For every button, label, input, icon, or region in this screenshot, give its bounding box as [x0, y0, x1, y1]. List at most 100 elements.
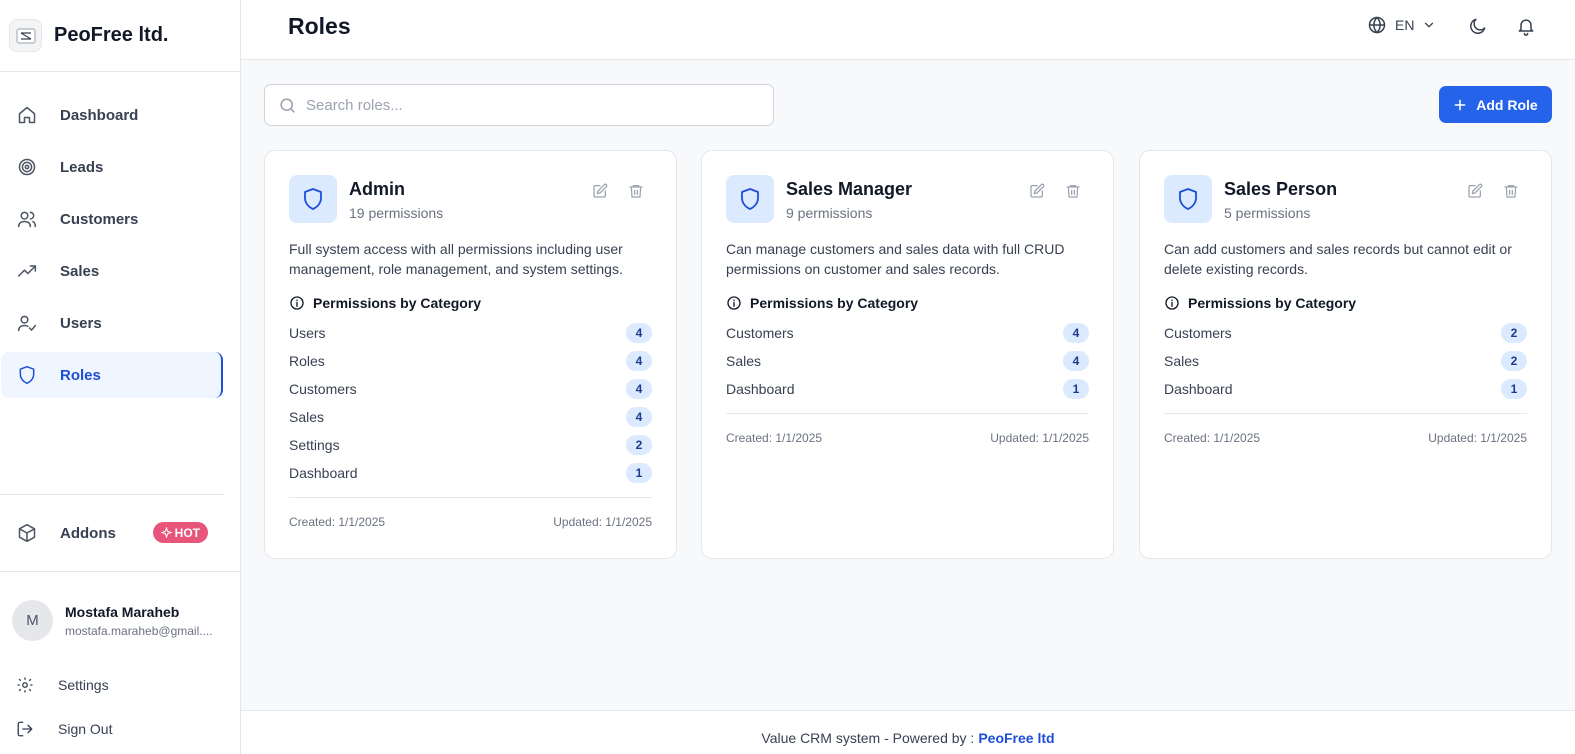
- count-badge: 1: [1501, 379, 1527, 399]
- settings-label: Settings: [58, 677, 109, 693]
- trash-icon[interactable]: [628, 183, 644, 204]
- sidebar-item-label: Sales: [60, 262, 100, 280]
- sign-out-icon: [16, 720, 34, 738]
- created-date: Created: 1/1/2025: [1164, 431, 1261, 445]
- sidebar-item-label: Users: [60, 314, 102, 332]
- category-row: Dashboard 1: [289, 459, 652, 487]
- category-row: Customers 2: [1164, 319, 1527, 347]
- bell-icon: [1518, 19, 1534, 36]
- sidebar-item-sales[interactable]: Sales: [1, 248, 223, 294]
- sidebar-item-addons[interactable]: Addons HOT: [1, 511, 224, 555]
- category-row: Sales 2: [1164, 347, 1527, 375]
- permissions-heading: Permissions by Category: [726, 295, 1089, 311]
- search-icon: [278, 96, 297, 115]
- hot-badge: HOT: [152, 522, 208, 543]
- edit-icon[interactable]: [1467, 183, 1483, 204]
- category-name: Dashboard: [726, 381, 795, 397]
- theme-toggle[interactable]: [1467, 15, 1489, 37]
- count-badge: 2: [1501, 351, 1527, 371]
- category-row: Sales 4: [726, 347, 1089, 375]
- category-row: Customers 4: [726, 319, 1089, 347]
- shield-icon: [726, 175, 774, 223]
- avatar: M: [12, 600, 53, 641]
- sidebar-item-users[interactable]: Users: [1, 300, 223, 346]
- brand[interactable]: PeoFree ltd.: [0, 0, 240, 72]
- count-badge: 2: [626, 435, 652, 455]
- add-role-label: Add Role: [1476, 96, 1538, 113]
- count-badge: 2: [1501, 323, 1527, 343]
- user-email: mostafa.maraheb@gmail....: [65, 623, 213, 638]
- category-name: Dashboard: [289, 465, 358, 481]
- sidebar: PeoFree ltd. Dashboard Leads Customers S…: [0, 0, 241, 754]
- role-name: Sales Manager: [786, 179, 913, 199]
- category-name: Users: [289, 325, 326, 341]
- category-row: Customers 4: [289, 375, 652, 403]
- language-label: EN: [1395, 17, 1415, 33]
- category-row: Users 4: [289, 319, 652, 347]
- footer-link[interactable]: PeoFree ltd: [978, 730, 1054, 746]
- permissions-heading: Permissions by Category: [289, 295, 652, 311]
- created-date: Created: 1/1/2025: [289, 515, 386, 529]
- updated-date: Updated: 1/1/2025: [1428, 431, 1527, 445]
- category-name: Settings: [289, 437, 340, 453]
- category-name: Dashboard: [1164, 381, 1233, 397]
- permissions-heading-label: Permissions by Category: [750, 295, 919, 311]
- signout-label: Sign Out: [58, 721, 113, 737]
- trash-icon[interactable]: [1503, 183, 1519, 204]
- brand-logo: [9, 19, 42, 52]
- notifications-button[interactable]: [1515, 15, 1537, 37]
- info-icon: [1164, 295, 1180, 311]
- user-profile[interactable]: M Mostafa Maraheb mostafa.maraheb@gmail.…: [12, 600, 213, 641]
- edit-icon[interactable]: [592, 183, 608, 204]
- sidebar-item-leads[interactable]: Leads: [1, 144, 223, 190]
- count-badge: 4: [1063, 323, 1089, 343]
- brand-name: PeoFree ltd.: [54, 24, 169, 46]
- category-name: Customers: [726, 325, 794, 341]
- addons-label: Addons: [60, 524, 116, 542]
- count-badge: 4: [1063, 351, 1089, 371]
- user-name: Mostafa Maraheb: [65, 603, 180, 620]
- search-box[interactable]: [264, 84, 774, 126]
- page-footer: Value CRM system - Powered by : PeoFree …: [241, 710, 1575, 754]
- moon-icon: [1470, 18, 1486, 34]
- sidebar-item-roles[interactable]: Roles: [1, 352, 223, 398]
- role-description: Full system access with all permissions …: [289, 241, 623, 277]
- footer-text: Value CRM system - Powered by :: [761, 729, 975, 746]
- category-name: Sales: [289, 409, 325, 425]
- settings-link[interactable]: Settings: [16, 676, 109, 694]
- chevron-down-icon: [1422, 18, 1436, 32]
- category-row: Sales 4: [289, 403, 652, 431]
- role-permission-count: 5 permissions: [1224, 205, 1311, 221]
- sparkle-icon: [160, 527, 172, 538]
- sidebar-item-label: Leads: [60, 158, 104, 176]
- created-date: Created: 1/1/2025: [726, 431, 823, 445]
- trash-icon[interactable]: [1065, 183, 1081, 204]
- info-icon: [289, 295, 305, 311]
- count-badge: 4: [626, 407, 652, 427]
- role-card-sales-manager: Sales Manager 9 permissions Can manage c…: [701, 150, 1114, 559]
- sidebar-item-dashboard[interactable]: Dashboard: [1, 92, 223, 138]
- sidebar-item-customers[interactable]: Customers: [1, 196, 223, 242]
- search-input[interactable]: [306, 96, 746, 114]
- role-name: Admin: [349, 179, 405, 199]
- language-selector[interactable]: EN: [1367, 15, 1436, 35]
- hot-badge-label: HOT: [174, 525, 200, 540]
- category-row: Settings 2: [289, 431, 652, 459]
- category-row: Dashboard 1: [1164, 375, 1527, 403]
- permissions-heading-label: Permissions by Category: [313, 295, 482, 311]
- category-name: Customers: [289, 381, 357, 397]
- signout-link[interactable]: Sign Out: [16, 720, 112, 738]
- add-role-button[interactable]: Add Role: [1439, 86, 1552, 123]
- shield-icon: [17, 365, 37, 385]
- role-description: Can manage customers and sales data with…: [726, 241, 1065, 277]
- category-row: Roles 4: [289, 347, 652, 375]
- info-icon: [726, 295, 742, 311]
- role-card-admin: Admin 19 permissions Full system access …: [264, 150, 677, 559]
- updated-date: Updated: 1/1/2025: [990, 431, 1089, 445]
- role-name: Sales Person: [1224, 179, 1338, 199]
- sidebar-item-label: Roles: [60, 366, 101, 384]
- edit-icon[interactable]: [1029, 183, 1045, 204]
- category-row: Dashboard 1: [726, 375, 1089, 403]
- role-description: Can add customers and sales records but …: [1164, 241, 1512, 277]
- category-name: Roles: [289, 353, 325, 369]
